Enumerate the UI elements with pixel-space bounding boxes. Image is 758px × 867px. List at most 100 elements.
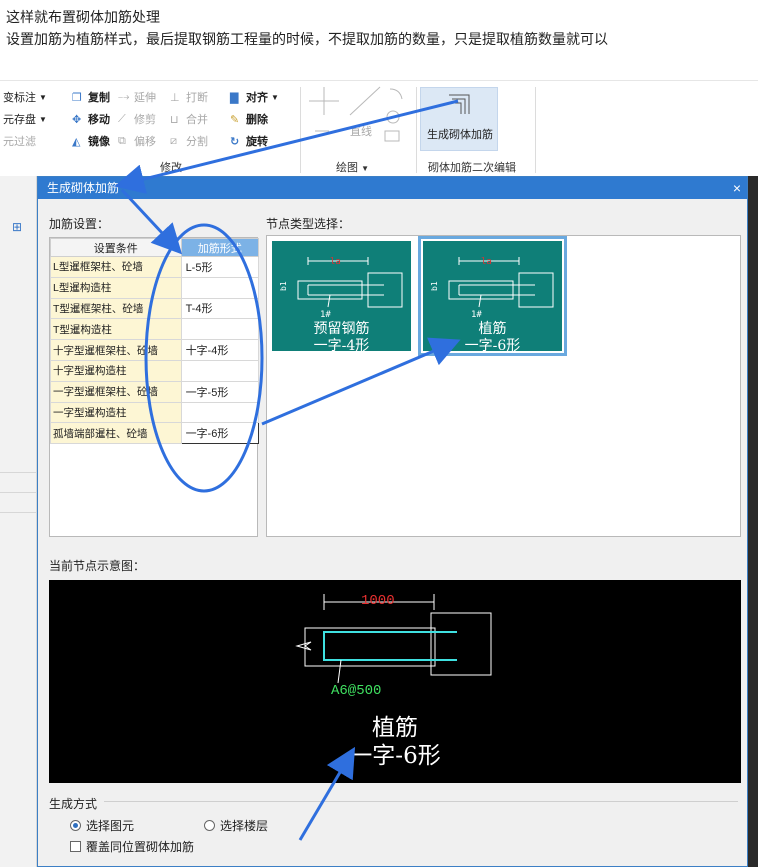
table-row[interactable]: 十字型暹构造柱 bbox=[50, 359, 260, 382]
draw-group-label: 绘图 ▼ bbox=[336, 162, 369, 174]
column-header-condition: 设置条件 bbox=[50, 238, 182, 257]
condition-cell: 孤墙端部暹柱、砼墙 bbox=[50, 422, 182, 445]
node-dim-top: la bbox=[481, 257, 492, 267]
extend-icon: ⤍ bbox=[118, 91, 130, 103]
move-icon: ✥ bbox=[72, 114, 82, 126]
extend-button[interactable]: ⤍ 延伸 bbox=[118, 89, 156, 105]
mirror-icon: ◭ bbox=[72, 136, 81, 148]
masonry-rebar-icon bbox=[449, 94, 470, 114]
preview-dimension: 1000 bbox=[361, 593, 395, 609]
table-row[interactable]: T型暹构造柱 bbox=[50, 318, 260, 341]
form-cell[interactable]: 一字-5形 bbox=[180, 380, 260, 403]
panel-divider bbox=[0, 512, 37, 513]
break-button[interactable]: ⊥ 打断 bbox=[170, 89, 208, 105]
form-cell[interactable]: 十字-4形 bbox=[180, 339, 260, 361]
move-button[interactable]: ✥ 移动 bbox=[72, 111, 110, 127]
overwrite-checkbox[interactable]: 覆盖同位置砌体加筋 bbox=[70, 838, 194, 855]
node-type-list: la b1 1# 预留钢筋 一字-4形 la b1 1# 植筋 一字-6形 bbox=[266, 235, 741, 537]
dropdown-arrow-icon: ▼ bbox=[361, 164, 369, 173]
dropdown-arrow-icon: ▼ bbox=[39, 114, 47, 124]
form-cell[interactable] bbox=[180, 276, 260, 299]
table-row[interactable]: 一字型暹构造柱 bbox=[50, 401, 260, 424]
modify-group-label: 修改 bbox=[160, 162, 182, 174]
condition-cell: L型暹构造柱 bbox=[50, 276, 182, 299]
align-button[interactable]: ▇ 对齐 ▼ bbox=[230, 89, 279, 105]
node-option-name: 预留钢筋 一字-4形 bbox=[313, 321, 370, 354]
column-header-form: 加筋形式 bbox=[180, 238, 260, 257]
ribbon-item-filter[interactable]: 元过滤 bbox=[3, 133, 36, 149]
preview-node-name: 植筋 bbox=[372, 715, 418, 741]
table-row[interactable]: L型暹构造柱 bbox=[50, 276, 260, 299]
align-icon: ▇ bbox=[230, 92, 239, 104]
node-dim-top: la bbox=[330, 257, 341, 267]
table-row[interactable]: 十字型暹框架柱、砼墙 十字-4形 bbox=[50, 339, 260, 361]
condition-cell: 十字型暹构造柱 bbox=[50, 359, 182, 382]
draw-tools-icons bbox=[309, 86, 403, 142]
line-button[interactable]: 直线 bbox=[350, 123, 372, 139]
intro-line-2: 设置加筋为植筋样式，最后提取钢筋工程量的时候，不提取加筋的数量，只是提取植筋数量… bbox=[6, 31, 608, 47]
node-dim-side: b1 bbox=[280, 281, 288, 291]
ribbon-separator bbox=[535, 87, 536, 173]
dropdown-arrow-icon: ▼ bbox=[39, 92, 47, 102]
offset-button[interactable]: ⧉ 偏移 bbox=[118, 133, 156, 149]
rotate-button[interactable]: ↻ 旋转 bbox=[230, 133, 268, 149]
table-row[interactable]: T型暹框架柱、砼墙 T-4形 bbox=[50, 297, 260, 320]
table-row[interactable]: L型暹框架柱、砼墙 L-5形 bbox=[50, 256, 260, 278]
radio-unselected-icon bbox=[204, 820, 215, 831]
node-option-reserved-rebar[interactable]: la b1 1# 预留钢筋 一字-4形 bbox=[272, 241, 411, 354]
delete-button[interactable]: ✎ 删除 bbox=[230, 111, 268, 127]
generate-masonry-rebar-button[interactable]: 生成砌体加筋 bbox=[420, 87, 498, 151]
radio-select-element[interactable]: 选择图元 bbox=[70, 817, 134, 834]
grid-view-icon[interactable]: ⊞ bbox=[0, 220, 37, 236]
node-bar-label: 1# bbox=[320, 310, 331, 319]
radio-select-floor[interactable]: 选择楼层 bbox=[204, 817, 268, 834]
preview-rebar-spec: A6@500 bbox=[331, 683, 382, 699]
copy-icon: ❐ bbox=[72, 92, 82, 104]
form-cell[interactable]: T-4形 bbox=[180, 297, 260, 320]
table-row[interactable]: 一字型暹框架柱、砼墙 一字-5形 bbox=[50, 380, 260, 403]
break-icon: ⊥ bbox=[170, 92, 180, 104]
form-cell[interactable] bbox=[180, 359, 260, 382]
ribbon-item-save[interactable]: 元存盘 ▼ bbox=[3, 111, 47, 127]
second-edit-group-label: 砌体加筋二次编辑 bbox=[428, 162, 516, 174]
condition-cell: 一字型暹构造柱 bbox=[50, 401, 182, 424]
ribbon-separator bbox=[416, 87, 417, 173]
condition-cell: L型暹框架柱、砼墙 bbox=[50, 256, 182, 278]
trim-icon: ⟋ bbox=[118, 113, 126, 125]
ribbon-separator bbox=[300, 87, 301, 173]
rebar-settings-label: 加筋设置： bbox=[49, 217, 110, 231]
intro-text: 这样就布置砌体加筋处理 设置加筋为植筋样式，最后提取钢筋工程量的时候，不提取加筋… bbox=[6, 6, 608, 50]
ribbon-item-annotation[interactable]: 变标注 ▼ bbox=[3, 89, 47, 105]
node-type-label: 节点类型选择： bbox=[266, 217, 351, 231]
split-button[interactable]: ⧄ 分割 bbox=[170, 133, 208, 149]
app-canvas-edge bbox=[748, 176, 758, 867]
delete-pen-icon: ✎ bbox=[230, 114, 240, 126]
node-dim-side: b1 bbox=[431, 281, 439, 291]
condition-cell: 一字型暹框架柱、砼墙 bbox=[50, 380, 182, 403]
ribbon-toolbar: 变标注 ▼ 元存盘 ▼ 元过滤 ❐ 复制 ⤍ 延伸 ⊥ 打断 ▇ 对齐 ▼ ✥ 移动 ⟋ 修剪 ⊔… bbox=[0, 80, 758, 176]
preview-label: 当前节点示意图： bbox=[49, 559, 146, 573]
intro-line-1: 这样就布置砌体加筋处理 bbox=[6, 9, 160, 25]
form-cell[interactable] bbox=[180, 401, 260, 424]
condition-cell: T型暹框架柱、砼墙 bbox=[50, 297, 182, 320]
node-option-planted-rebar[interactable]: la b1 1# 植筋 一字-6形 bbox=[418, 236, 567, 356]
node-option-name: 植筋 一字-6形 bbox=[464, 321, 521, 354]
form-cell-selected[interactable]: 一字-6形 bbox=[180, 422, 260, 445]
generate-method-label: 生成方式 bbox=[49, 797, 98, 811]
merge-button[interactable]: ⊔ 合并 bbox=[170, 111, 208, 127]
form-cell[interactable]: L-5形 bbox=[180, 256, 260, 278]
radio-selected-icon bbox=[70, 820, 81, 831]
condition-cell: T型暹构造柱 bbox=[50, 318, 182, 341]
generate-button-label: 生成砌体加筋 bbox=[427, 129, 493, 141]
panel-divider bbox=[0, 472, 37, 473]
rotate-icon: ↻ bbox=[230, 136, 240, 148]
dialog-titlebar[interactable]: 生成砌体加筋 × bbox=[38, 177, 747, 199]
table-row[interactable]: 孤墙端部暹柱、砼墙 一字-6形 bbox=[50, 422, 260, 445]
mirror-button[interactable]: ◭ 镜像 bbox=[72, 133, 110, 149]
form-cell[interactable] bbox=[180, 318, 260, 341]
node-preview-canvas: 1000 A6@500 植筋 一字-6形 bbox=[49, 580, 741, 783]
trim-button[interactable]: ⟋ 修剪 bbox=[118, 111, 156, 127]
dropdown-arrow-icon: ▼ bbox=[271, 92, 279, 102]
close-icon[interactable]: × bbox=[733, 177, 741, 199]
copy-button[interactable]: ❐ 复制 bbox=[72, 89, 110, 105]
